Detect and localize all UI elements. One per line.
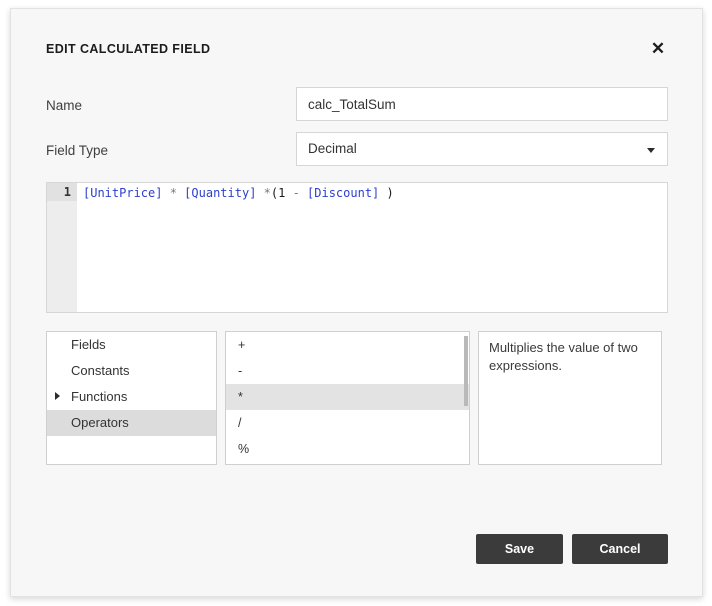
dialog-title: EDIT CALCULATED FIELD bbox=[46, 42, 210, 56]
category-item-label: Operators bbox=[71, 415, 129, 430]
cancel-button[interactable]: Cancel bbox=[572, 534, 668, 564]
line-number-gutter: 1 bbox=[47, 183, 77, 312]
expression-paren-token: ) bbox=[379, 186, 393, 200]
description-panel: Multiplies the value of two expressions. bbox=[478, 331, 662, 465]
category-item-functions[interactable]: Functions bbox=[47, 384, 216, 410]
scrollbar-thumb[interactable] bbox=[464, 336, 468, 406]
operator-description: Multiplies the value of two expressions. bbox=[489, 340, 638, 373]
expression-text: [UnitPrice] * [Quantity] *(1 - [Discount… bbox=[83, 185, 394, 201]
category-item-fields[interactable]: Fields bbox=[47, 332, 216, 358]
expression-field-token: [Discount] bbox=[307, 186, 379, 200]
category-item-constants[interactable]: Constants bbox=[47, 358, 216, 384]
category-list: Fields Constants Functions Operators bbox=[46, 331, 217, 465]
line-number: 1 bbox=[47, 183, 77, 201]
edit-calculated-field-dialog: EDIT CALCULATED FIELD ✕ Name Field Type … bbox=[10, 8, 703, 597]
field-type-select[interactable]: Decimal bbox=[296, 132, 668, 166]
chevron-down-icon bbox=[647, 148, 655, 153]
category-item-label: Constants bbox=[71, 363, 130, 378]
name-input[interactable] bbox=[296, 87, 668, 121]
category-item-label: Functions bbox=[71, 389, 127, 404]
save-button[interactable]: Save bbox=[476, 534, 563, 564]
operator-item-plus[interactable]: + bbox=[226, 332, 469, 358]
name-label: Name bbox=[46, 98, 82, 113]
field-type-value: Decimal bbox=[308, 141, 357, 156]
category-item-label: Fields bbox=[71, 337, 106, 352]
expression-operator-token: - bbox=[285, 186, 307, 200]
expression-operator-token: * bbox=[162, 186, 184, 200]
expression-editor[interactable]: 1 [UnitPrice] * [Quantity] *(1 - [Discou… bbox=[46, 182, 668, 313]
expression-field-token: [UnitPrice] bbox=[83, 186, 162, 200]
expression-operator-token: * bbox=[256, 186, 270, 200]
close-icon[interactable]: ✕ bbox=[644, 35, 672, 63]
expand-arrow-icon bbox=[55, 392, 60, 400]
operator-item-multiply[interactable]: * bbox=[226, 384, 469, 410]
expression-field-token: [Quantity] bbox=[184, 186, 256, 200]
operator-item-modulo[interactable]: % bbox=[226, 436, 469, 462]
field-type-label: Field Type bbox=[46, 143, 108, 158]
operator-item-minus[interactable]: - bbox=[226, 358, 469, 384]
operator-item-divide[interactable]: / bbox=[226, 410, 469, 436]
category-item-operators[interactable]: Operators bbox=[47, 410, 216, 436]
operator-list: + - * / % bbox=[225, 331, 470, 465]
